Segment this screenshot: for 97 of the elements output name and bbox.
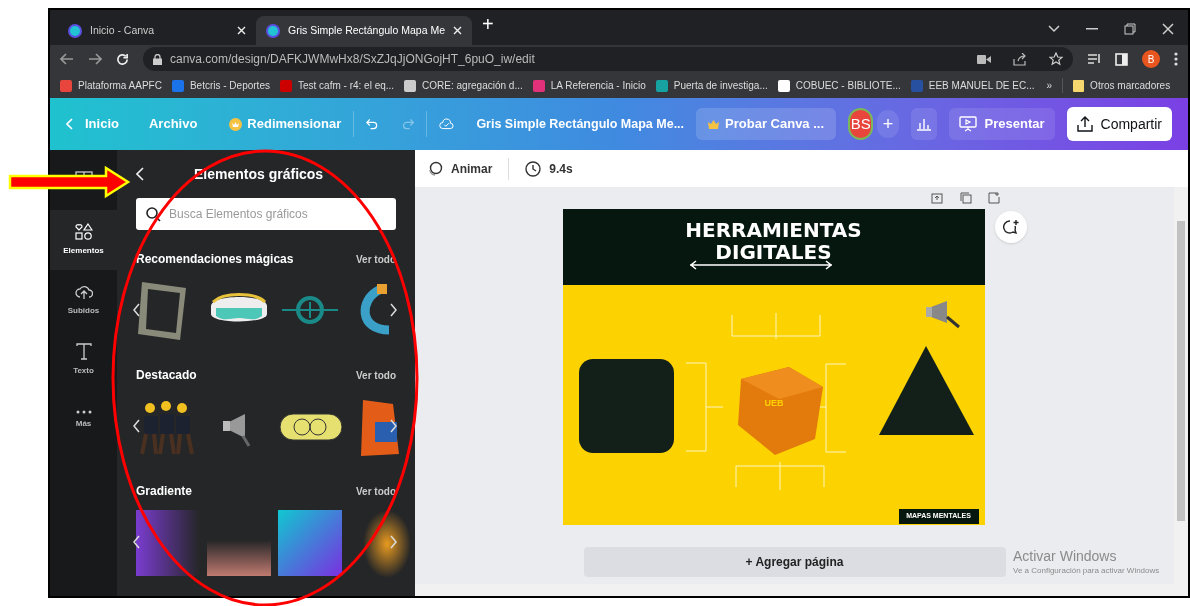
restore-icon[interactable] xyxy=(1124,23,1136,35)
upload-icon xyxy=(74,283,93,301)
megaphone-drawing[interactable] xyxy=(925,301,960,329)
more-icon[interactable] xyxy=(1174,52,1178,66)
browser-tab[interactable]: Inicio - Canva xyxy=(58,16,256,45)
horizontal-scrollbar[interactable] xyxy=(415,584,1188,596)
bookmark-link[interactable]: Test cafm - r4: el eq... xyxy=(279,78,395,93)
bookmark-link[interactable]: Betcris - Deportes xyxy=(171,78,270,93)
chevron-down-icon[interactable] xyxy=(1048,25,1060,33)
share-icon[interactable] xyxy=(1013,52,1027,66)
insights-button[interactable] xyxy=(910,108,937,140)
bookmark-link[interactable]: Puerta de investiga... xyxy=(655,78,768,93)
bookmark-icon xyxy=(777,79,790,92)
back-chevron-icon[interactable] xyxy=(136,167,144,181)
more-bookmarks-button[interactable]: » xyxy=(1046,78,1053,93)
search-field[interactable]: Busca Elementos gráficos xyxy=(136,198,396,230)
user-avatar[interactable]: BS xyxy=(848,108,874,140)
undo-icon[interactable] xyxy=(366,117,379,131)
gradient-swatch[interactable] xyxy=(278,508,342,578)
bookmark-icon xyxy=(655,79,668,92)
profile-avatar[interactable]: B xyxy=(1142,50,1160,68)
reload-icon[interactable] xyxy=(116,52,129,66)
tab-close-icon[interactable] xyxy=(453,26,462,35)
duplicate-page-icon[interactable] xyxy=(958,192,972,204)
tab-title: Inicio - Canva xyxy=(90,22,156,38)
add-page-icon[interactable] xyxy=(987,192,1000,204)
other-bookmarks-folder[interactable]: Otros marcadores xyxy=(1062,78,1171,93)
bookmark-link[interactable]: Plataforma AAPFC xyxy=(60,78,162,93)
add-page-button[interactable]: + Agregar página xyxy=(583,547,1006,577)
section-title: Destacado xyxy=(136,367,197,384)
text-icon xyxy=(74,343,93,361)
comment-button[interactable] xyxy=(994,211,1027,243)
sidebar-item[interactable]: Subidos xyxy=(50,270,117,330)
upload-icon xyxy=(1076,116,1093,132)
chevron-left-icon xyxy=(66,118,73,130)
crown-badge-icon xyxy=(229,117,243,131)
folder-icon xyxy=(1073,79,1085,92)
forward-arrow-icon[interactable] xyxy=(88,53,102,65)
lock-icon xyxy=(153,53,162,65)
animate-button[interactable]: Animar xyxy=(427,159,493,178)
bar-chart-icon xyxy=(915,117,932,131)
side-panel-icon[interactable] xyxy=(1115,52,1128,66)
duration-button[interactable]: 9.4s xyxy=(525,159,573,178)
close-icon[interactable] xyxy=(1162,23,1174,35)
lock-page-icon[interactable] xyxy=(930,192,943,204)
design-title-text[interactable]: DIGITALES xyxy=(715,241,832,263)
tab-title: Gris Simple Rectángulo Mapa Me xyxy=(288,22,445,38)
bookmark-icon xyxy=(404,79,417,92)
crown-icon xyxy=(708,119,720,129)
bookmark-icon xyxy=(910,79,923,92)
playlist-icon[interactable] xyxy=(1087,53,1101,65)
see-all-link[interactable]: Ver todo xyxy=(356,483,396,499)
browser-tab[interactable]: Gris Simple Rectángulo Mapa Me xyxy=(256,16,472,45)
bookmark-link[interactable]: COBUEC - BIBLIOTE... xyxy=(777,78,901,93)
vertical-scrollbar[interactable] xyxy=(1174,187,1188,584)
tab-favicon-icon xyxy=(68,23,82,38)
rounded-square-shape[interactable] xyxy=(578,359,674,453)
sidebar-item[interactable]: Más xyxy=(50,390,117,450)
bookmark-icon xyxy=(171,79,184,92)
present-button[interactable]: Presentar xyxy=(948,108,1055,140)
tab-favicon-icon xyxy=(266,23,280,38)
sidebar-item[interactable]: Texto xyxy=(50,330,117,390)
activation-notice-text: Ve a Configuración para activar Windows xyxy=(1013,565,1160,576)
back-arrow-icon[interactable] xyxy=(60,53,74,65)
minimize-icon[interactable] xyxy=(1086,28,1098,30)
url-text: canva.com/design/DAFKJWMwHx8/SxZJqJjONGojHT_6puO_iw/edit xyxy=(170,51,535,68)
clock-icon xyxy=(525,160,542,177)
camera-icon[interactable] xyxy=(977,54,991,64)
bookmark-link[interactable]: EEB MANUEL DE EC... xyxy=(910,78,1035,93)
bookmark-icon xyxy=(279,79,292,92)
add-collaborator-button[interactable]: + xyxy=(877,110,899,138)
triangle-shape[interactable] xyxy=(878,346,974,435)
tab-close-icon[interactable] xyxy=(237,26,246,35)
bookmark-icon xyxy=(532,79,545,92)
cloud-saved-icon[interactable] xyxy=(439,117,455,131)
shapes-icon xyxy=(74,223,93,241)
presentation-icon xyxy=(958,116,977,132)
section-title: Gradiente xyxy=(136,483,192,500)
activation-notice-title: Activar Windows xyxy=(1013,548,1118,565)
design-title-text[interactable]: HERRAMIENTAS xyxy=(685,219,862,241)
address-bar[interactable]: canva.com/design/DAFKJWMwHx8/SxZJqJjONGojHT_6puO_iw/edit xyxy=(143,47,1073,71)
add-comment-icon xyxy=(1001,219,1020,235)
sidebar-item[interactable]: Elementos xyxy=(50,210,117,270)
share-button[interactable]: Compartir xyxy=(1066,107,1172,141)
more-icon xyxy=(74,410,93,414)
search-icon xyxy=(146,206,161,222)
star-icon[interactable] xyxy=(1049,52,1063,66)
bookmark-link[interactable]: CORE: agregación d... xyxy=(404,78,523,93)
bookmark-icon xyxy=(60,79,72,92)
animation-icon xyxy=(427,160,443,177)
see-all-link[interactable]: Ver todo xyxy=(356,367,396,383)
section-title: Recomendaciones mágicas xyxy=(136,251,294,268)
double-arrow[interactable] xyxy=(688,260,833,270)
new-tab-button[interactable]: + xyxy=(472,10,504,45)
search-input: Busca Elementos gráficos xyxy=(169,205,386,223)
bookmark-link[interactable]: LA Referencia - Inicio xyxy=(532,78,646,93)
gradient-swatch[interactable] xyxy=(136,508,200,578)
